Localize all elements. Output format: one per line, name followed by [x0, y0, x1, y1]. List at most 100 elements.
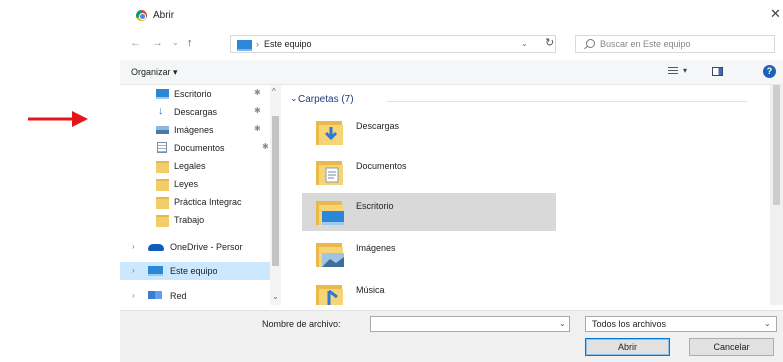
- folder-tile-documentos[interactable]: Documentos: [302, 153, 556, 191]
- collapse-group-icon[interactable]: ⌄: [290, 93, 298, 104]
- group-divider: [387, 101, 747, 102]
- folder-tile-descargas[interactable]: Descargas: [302, 113, 556, 151]
- organize-menu-button[interactable]: Organizar ▾: [131, 67, 178, 78]
- sidebar-item-label: Práctica Integrac: [174, 197, 242, 207]
- network-icon: [148, 291, 162, 299]
- breadcrumb-separator: ›: [256, 39, 259, 49]
- sidebar-item-legales[interactable]: Legales: [120, 157, 270, 175]
- title-bar: Abrir ✕: [120, 0, 783, 30]
- preview-pane-icon[interactable]: [712, 67, 723, 76]
- navigation-scrollbar[interactable]: ^ ⌄: [270, 85, 281, 305]
- desktop-folder-icon: [316, 201, 344, 225]
- sidebar-item-label: Documentos: [174, 143, 225, 153]
- filename-dropdown-icon[interactable]: ⌄: [559, 319, 566, 328]
- sidebar-item-trabajo[interactable]: Trabajo: [120, 211, 270, 229]
- expand-chevron-icon[interactable]: ›: [132, 291, 135, 300]
- pin-icon[interactable]: ✱: [262, 142, 269, 151]
- sidebar-item-imagenes[interactable]: Imágenes ✱: [120, 121, 270, 139]
- scroll-down-icon[interactable]: ⌄: [272, 292, 279, 301]
- sidebar-item-onedrive[interactable]: › OneDrive - Persor: [120, 238, 270, 256]
- refresh-icon[interactable]: ↻: [545, 36, 554, 49]
- scrollbar-thumb[interactable]: [272, 116, 279, 266]
- folder-icon: [156, 179, 169, 191]
- sidebar-item-label: Red: [170, 291, 187, 301]
- command-bar: Organizar ▾ ▾ ?: [120, 60, 783, 85]
- address-dropdown-icon[interactable]: ⌄: [521, 39, 528, 48]
- folder-tile-musica[interactable]: Música: [302, 277, 556, 305]
- back-arrow-icon[interactable]: ←: [130, 37, 141, 49]
- scroll-up-icon[interactable]: ^: [272, 87, 276, 96]
- computer-icon: [148, 266, 163, 276]
- close-icon[interactable]: ✕: [770, 6, 781, 22]
- forward-arrow-icon[interactable]: →: [152, 37, 163, 49]
- sidebar-item-descargas[interactable]: ↓ Descargas ✱: [120, 103, 270, 121]
- pictures-folder-icon: [316, 243, 344, 267]
- file-list-scrollbar[interactable]: [770, 85, 783, 305]
- downloads-folder-icon: [316, 121, 343, 145]
- sidebar-item-leyes[interactable]: Leyes: [120, 175, 270, 193]
- view-options-icon[interactable]: [668, 67, 678, 76]
- search-placeholder: Buscar en Este equipo: [600, 39, 691, 49]
- pin-icon[interactable]: ✱: [254, 88, 261, 97]
- download-icon: ↓: [158, 105, 164, 117]
- folder-label: Imágenes: [356, 243, 396, 253]
- filename-label: Nombre de archivo:: [262, 319, 341, 329]
- recent-locations-icon[interactable]: ⌄: [172, 38, 179, 47]
- expand-chevron-icon[interactable]: ›: [132, 242, 135, 251]
- help-icon[interactable]: ?: [763, 65, 776, 78]
- sidebar-item-label: Este equipo: [170, 266, 218, 276]
- group-header-carpetas[interactable]: Carpetas (7): [298, 94, 354, 105]
- sidebar-item-escritorio[interactable]: Escritorio ✱: [120, 85, 270, 103]
- desktop-icon: [156, 89, 169, 99]
- documents-icon: [157, 142, 167, 153]
- navigation-bar: ← → ⌄ ↑ › Este equipo ⌄ ↻ Buscar en Este…: [120, 32, 783, 56]
- pictures-icon: [156, 126, 169, 134]
- documents-folder-icon: [316, 161, 343, 185]
- sidebar-item-label: Descargas: [174, 107, 218, 117]
- folder-tile-imagenes[interactable]: Imágenes: [302, 235, 556, 273]
- dialog-title: Abrir: [153, 10, 175, 21]
- folder-icon: [156, 161, 169, 173]
- sidebar-item-label: Leyes: [174, 179, 199, 189]
- sidebar-item-label: Imágenes: [174, 125, 214, 135]
- annotation-arrow-icon: [28, 111, 88, 127]
- folder-label: Documentos: [356, 161, 407, 171]
- folder-tile-escritorio[interactable]: Escritorio: [302, 193, 556, 231]
- computer-icon: [237, 40, 252, 51]
- file-type-select[interactable]: Todos los archivos ⌄: [585, 316, 777, 332]
- sidebar-item-practica-integrac[interactable]: Práctica Integrac: [120, 193, 270, 211]
- filename-input[interactable]: ⌄: [370, 316, 570, 332]
- folder-label: Música: [356, 285, 385, 295]
- address-bar[interactable]: › Este equipo ⌄: [230, 35, 556, 53]
- sidebar-item-label: Legales: [174, 161, 206, 171]
- search-input[interactable]: Buscar en Este equipo: [575, 35, 775, 53]
- expand-chevron-icon[interactable]: ›: [132, 266, 135, 275]
- up-arrow-icon[interactable]: ↑: [187, 37, 193, 49]
- onedrive-icon: [148, 244, 164, 251]
- chrome-icon: [136, 10, 147, 21]
- sidebar-item-red[interactable]: › Red: [120, 287, 270, 305]
- pin-icon[interactable]: ✱: [254, 124, 261, 133]
- sidebar-item-label: Trabajo: [174, 215, 205, 225]
- folder-label: Descargas: [356, 121, 400, 131]
- sidebar-item-label: Escritorio: [174, 89, 212, 99]
- folder-icon: [156, 197, 169, 209]
- file-type-value: Todos los archivos: [592, 319, 667, 329]
- file-type-dropdown-icon[interactable]: ⌄: [764, 319, 771, 328]
- view-dropdown-icon[interactable]: ▾: [683, 66, 687, 75]
- sidebar-item-documentos[interactable]: Documentos ✱: [120, 139, 270, 157]
- scrollbar-thumb[interactable]: [773, 85, 780, 205]
- pin-icon[interactable]: ✱: [254, 106, 261, 115]
- folder-label: Escritorio: [356, 201, 394, 211]
- search-icon: [586, 39, 595, 48]
- file-list-pane: ⌄ Carpetas (7) Descargas Documentos Escr…: [290, 85, 770, 305]
- navigation-pane: Escritorio ✱ ↓ Descargas ✱ Imágenes ✱ Do…: [120, 85, 285, 305]
- sidebar-item-label: OneDrive - Persor: [170, 242, 243, 252]
- breadcrumb-este-equipo[interactable]: Este equipo: [264, 39, 312, 49]
- music-folder-icon: [316, 285, 343, 305]
- folder-icon: [156, 215, 169, 227]
- open-file-dialog: Abrir ✕ ← → ⌄ ↑ › Este equipo ⌄ ↻ Buscar…: [120, 0, 783, 362]
- open-button[interactable]: Abrir: [585, 338, 670, 356]
- sidebar-item-este-equipo[interactable]: › Este equipo: [120, 262, 270, 280]
- cancel-button[interactable]: Cancelar: [689, 338, 774, 356]
